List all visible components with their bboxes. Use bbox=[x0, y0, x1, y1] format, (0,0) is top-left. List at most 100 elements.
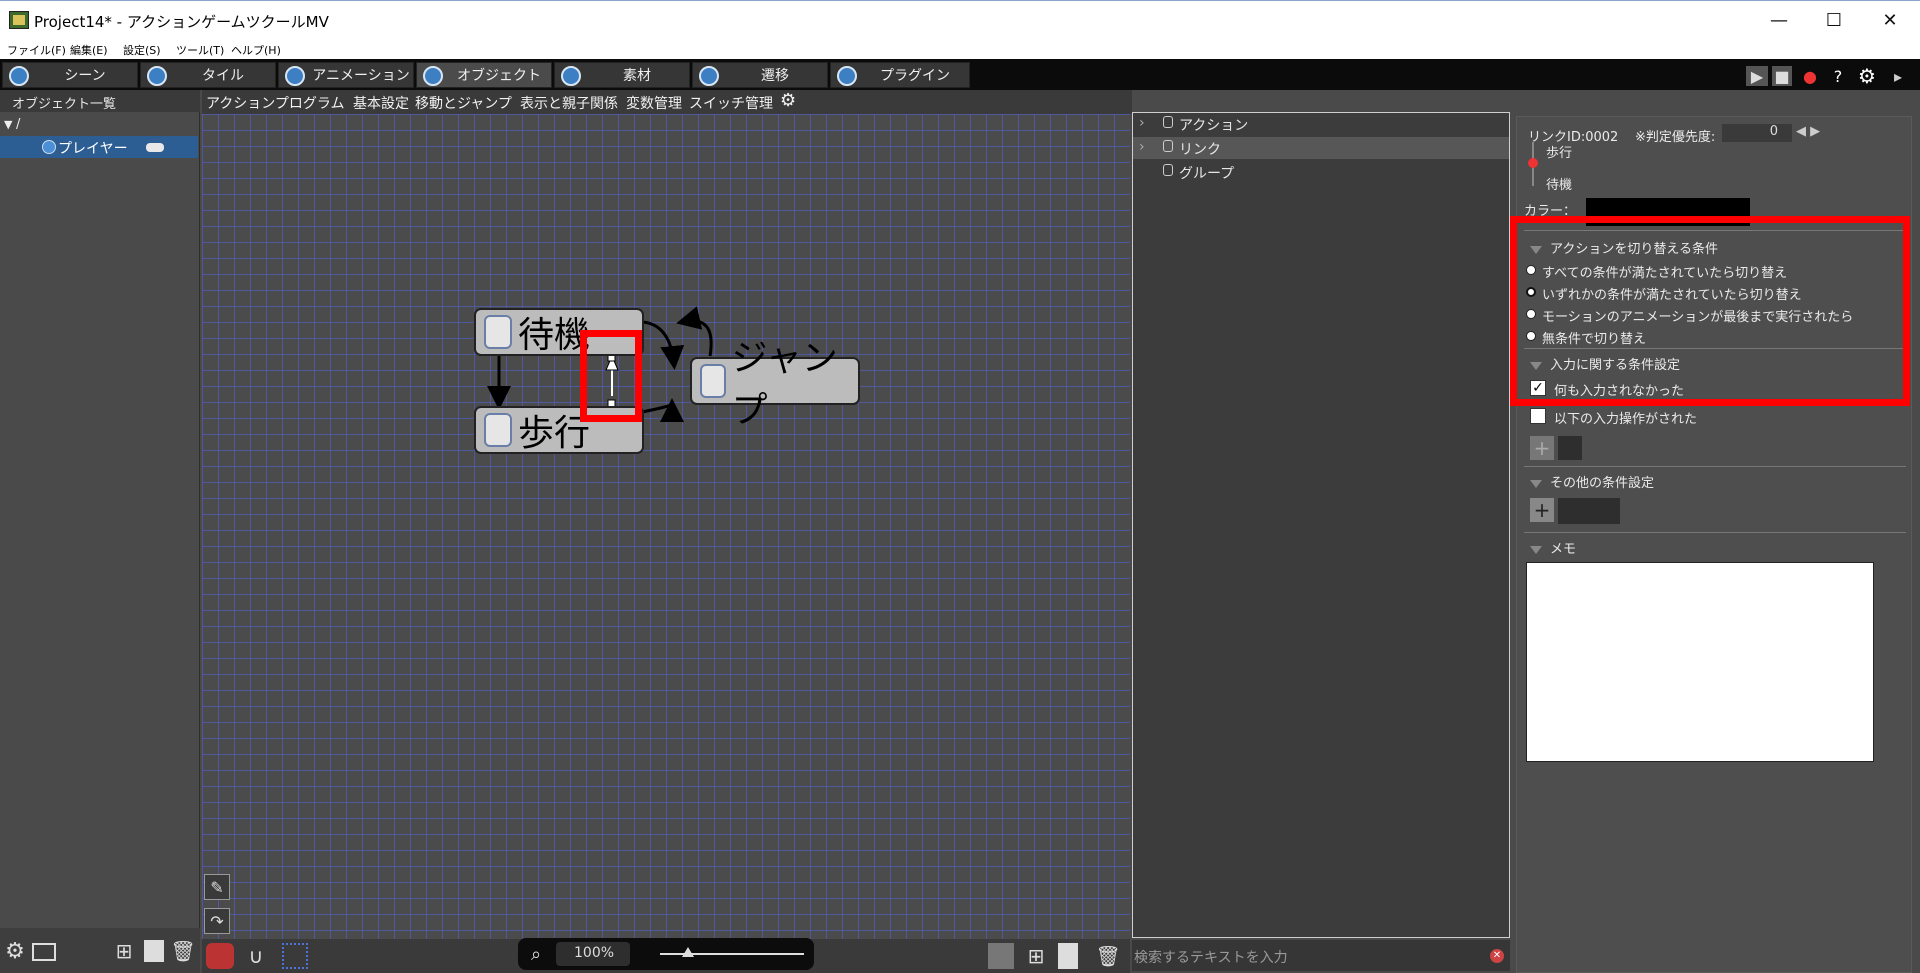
tab-scene[interactable]: シーン bbox=[2, 62, 138, 88]
tab-animation[interactable]: アニメーション bbox=[278, 62, 414, 88]
link-idle-jump[interactable] bbox=[641, 320, 685, 370]
tab-material[interactable]: 素材 bbox=[554, 62, 690, 88]
gamepad-icon bbox=[146, 143, 164, 152]
link-from: 歩行 bbox=[1546, 146, 1573, 161]
object-list-panel: オブジェクト一覧 ▼ / プレイヤー ⚙ ⊞ 🗑 bbox=[0, 90, 200, 973]
chevron-right-icon[interactable]: › bbox=[1139, 139, 1145, 155]
trash-icon[interactable]: 🗑 bbox=[170, 939, 195, 963]
list-item-group[interactable]: グループ bbox=[1133, 161, 1509, 183]
zoom-icon: ⌕ bbox=[530, 943, 542, 965]
zoom-slider-thumb[interactable] bbox=[682, 947, 694, 957]
object-subtabs: アクションプログラム 基本設定 移動とジャンプ 表示と親子関係 変数管理 スイッ… bbox=[202, 90, 1132, 114]
input-list[interactable] bbox=[1558, 436, 1582, 460]
clear-search-icon[interactable]: ✕ bbox=[1490, 949, 1504, 963]
node-jump[interactable]: ジャンプ bbox=[690, 338, 860, 431]
checkbox-input-ops[interactable] bbox=[1530, 408, 1546, 424]
gear-icon[interactable]: ⚙ bbox=[1856, 64, 1878, 88]
subtab-basic[interactable]: 基本設定 bbox=[353, 93, 409, 113]
priority-stepper-icon[interactable]: ◀ ▶ bbox=[1796, 124, 1820, 139]
key-icon bbox=[1163, 116, 1173, 128]
help-icon[interactable]: ? bbox=[1828, 66, 1848, 86]
add-folder-icon[interactable]: ⊞ bbox=[112, 939, 136, 963]
player-sprite-icon bbox=[484, 315, 512, 349]
checkbox-input-ops-label: 以下の入力操作がされた bbox=[1554, 412, 1698, 427]
zoom-input[interactable]: 100% bbox=[556, 942, 630, 966]
link-id: リンクID:0002 bbox=[1528, 130, 1619, 145]
collapse-triangle-icon[interactable] bbox=[1530, 545, 1542, 554]
tile-icon bbox=[147, 66, 167, 86]
add-item-icon[interactable] bbox=[1058, 943, 1078, 969]
settings-icon[interactable]: ⚙ bbox=[2, 938, 28, 964]
link-walk-jump[interactable] bbox=[641, 398, 684, 423]
tab-plugin[interactable]: プラグイン bbox=[830, 62, 970, 88]
add-folder-icon[interactable]: ⊞ bbox=[1024, 943, 1048, 969]
condition-list[interactable] bbox=[1558, 498, 1620, 524]
color-icon[interactable] bbox=[206, 943, 234, 969]
tab-object[interactable]: オブジェクト bbox=[416, 62, 552, 88]
root-label: / bbox=[15, 117, 21, 132]
title-bar: Project14* - アクションゲームツクールMV — ☐ ✕ bbox=[0, 0, 1920, 39]
play-icon[interactable]: ▶ bbox=[1746, 66, 1768, 86]
section-memo[interactable]: メモ bbox=[1530, 538, 1576, 557]
subtab-display[interactable]: 表示と親子関係 bbox=[520, 93, 618, 113]
app-icon bbox=[9, 11, 29, 29]
left-footer: ⚙ ⊞ 🗑 bbox=[0, 928, 200, 973]
priority-input[interactable]: 0 bbox=[1722, 124, 1792, 142]
player-label: プレイヤー bbox=[58, 141, 128, 157]
search-field[interactable]: 検索するテキストを入力 ✕ bbox=[1132, 940, 1510, 971]
transition-icon bbox=[699, 66, 719, 86]
chevron-right-icon[interactable]: › bbox=[1139, 115, 1145, 131]
subtab-action-program[interactable]: アクションプログラム bbox=[206, 93, 344, 113]
list-item-action[interactable]: › アクション bbox=[1133, 113, 1509, 135]
minimize-button[interactable]: — bbox=[1751, 1, 1807, 40]
menu-tools[interactable]: ツール(T) bbox=[176, 42, 224, 58]
menu-settings[interactable]: 設定(S) bbox=[123, 42, 161, 58]
list-item-link[interactable]: › リンク bbox=[1133, 137, 1509, 159]
subtab-variables[interactable]: 変数管理 bbox=[626, 93, 682, 113]
maximize-button[interactable]: ☐ bbox=[1806, 1, 1862, 40]
collapse-triangle-icon[interactable] bbox=[1530, 479, 1542, 488]
divider bbox=[1524, 466, 1906, 467]
align-icon[interactable] bbox=[988, 943, 1014, 969]
tab-tile[interactable]: タイル bbox=[140, 62, 276, 88]
highlight-box-conditions bbox=[1510, 216, 1910, 406]
close-button[interactable]: ✕ bbox=[1862, 1, 1918, 40]
panel-icon[interactable] bbox=[32, 943, 56, 961]
panel-toggle-icon[interactable]: ▸ bbox=[1888, 66, 1908, 86]
subtab-gear-icon[interactable]: ⚙ bbox=[780, 90, 796, 111]
subtab-move-jump[interactable]: 移動とジャンプ bbox=[415, 93, 512, 113]
menu-file[interactable]: ファイル(F) bbox=[7, 42, 66, 58]
menu-help[interactable]: ヘルプ(H) bbox=[231, 42, 281, 58]
object-list-header: オブジェクト一覧 bbox=[0, 90, 200, 112]
menu-edit[interactable]: 編集(E) bbox=[70, 42, 108, 58]
add-object-icon[interactable] bbox=[144, 940, 164, 962]
add-input-icon[interactable]: + bbox=[1530, 436, 1554, 460]
magnet-icon[interactable]: ∪ bbox=[244, 943, 268, 969]
stop-icon[interactable]: ■ bbox=[1772, 66, 1792, 86]
link-tool-icon[interactable]: ✎ bbox=[204, 874, 230, 900]
tab-transition[interactable]: 遷移 bbox=[692, 62, 828, 88]
object-icon bbox=[42, 140, 56, 154]
link-arrows bbox=[487, 306, 713, 423]
trash-icon[interactable]: 🗑 bbox=[1095, 943, 1120, 969]
tree-root[interactable]: ▼ / bbox=[4, 117, 20, 132]
main-tabbar: シーン タイル アニメーション オブジェクト 素材 遷移 プラグイン bbox=[0, 59, 1920, 90]
curve-tool-icon[interactable]: ↷ bbox=[204, 908, 230, 934]
player-sprite-icon bbox=[700, 364, 726, 398]
add-condition-icon[interactable]: + bbox=[1530, 498, 1554, 522]
key-icon bbox=[1163, 140, 1173, 152]
search-placeholder: 検索するテキストを入力 bbox=[1134, 950, 1288, 966]
object-item-player[interactable]: プレイヤー bbox=[0, 136, 198, 158]
scene-icon bbox=[9, 66, 29, 86]
memo-textarea[interactable] bbox=[1526, 562, 1874, 762]
link-jump-idle[interactable] bbox=[676, 306, 713, 357]
grid-icon[interactable] bbox=[282, 943, 308, 969]
expand-arrow-icon[interactable]: ▼ bbox=[4, 118, 16, 131]
subtab-switches[interactable]: スイッチ管理 bbox=[689, 93, 773, 113]
record-icon[interactable]: ● bbox=[1800, 66, 1820, 86]
section-other-conditions[interactable]: その他の条件設定 bbox=[1530, 472, 1654, 491]
plugin-icon bbox=[837, 66, 857, 86]
object-icon bbox=[423, 66, 443, 86]
link-direction-dot-icon bbox=[1528, 158, 1538, 168]
action-program-canvas[interactable]: 待機 歩行 ジャンプ ✎ ↷ bbox=[202, 114, 1130, 939]
